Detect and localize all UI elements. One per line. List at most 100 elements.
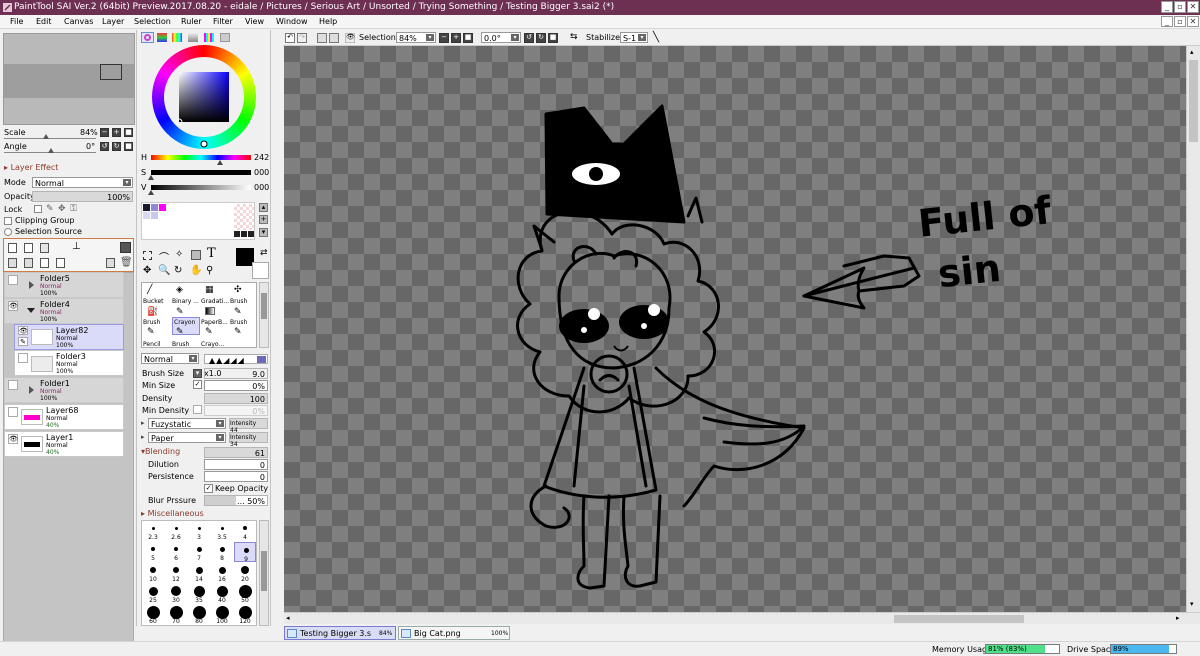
scratchpad-tab[interactable] <box>220 33 230 42</box>
menu-selection[interactable]: Selection <box>134 17 171 26</box>
layer-row-folder5[interactable]: Folder5 Normal 100% <box>4 272 124 298</box>
scroll-left-arrow-icon[interactable]: ◂ <box>286 614 290 622</box>
brush-size-cell[interactable]: 35 <box>188 584 210 604</box>
minimize-button[interactable]: _ <box>1161 1 1173 13</box>
color-wheel[interactable] <box>152 45 256 149</box>
brush-size-cell[interactable]: 25 <box>142 584 164 604</box>
menu-layer[interactable]: Layer <box>102 17 124 26</box>
rotate-cw-button[interactable]: ↻ <box>112 142 121 151</box>
document-tab-testing-bigger[interactable]: Testing Bigger 3.s... 84% <box>284 626 396 640</box>
brush-size-cell[interactable]: 12 <box>165 563 187 583</box>
layer-row-layer68[interactable]: Layer68 Normal 40% <box>4 404 124 430</box>
swap-colors-icon[interactable]: ⇄ <box>260 248 268 258</box>
brush-size-cell[interactable]: 4 <box>234 521 256 541</box>
visibility-eye-icon[interactable]: 👁 <box>18 326 28 335</box>
menu-canvas[interactable]: Canvas <box>64 17 93 26</box>
texture2-intensity-slider[interactable]: Intensity 34 <box>229 432 268 448</box>
scrollbar-thumb[interactable] <box>261 551 267 591</box>
brush-size-slider[interactable]: 9.0 <box>204 368 268 379</box>
layer-row-folder3[interactable]: Folder3 Normal 100% <box>14 350 124 376</box>
toolbar-zoom-fit-button[interactable]: ■ <box>463 33 473 43</box>
redo-button[interactable]: ↷ <box>297 33 307 43</box>
blending-slider[interactable]: 61 <box>204 447 268 458</box>
texture1-intensity-slider[interactable]: Intensity 44 <box>229 418 268 434</box>
straight-line-icon[interactable]: ╲ <box>653 32 659 43</box>
color-wheel-tab[interactable] <box>141 32 154 43</box>
toolbar-zoom-out-button[interactable]: − <box>439 33 449 43</box>
zoom-reset-button[interactable]: ■ <box>124 128 133 137</box>
mixer-tab[interactable] <box>204 33 214 42</box>
swatch[interactable] <box>151 212 158 219</box>
zoom-select[interactable]: 84% ▾ <box>396 32 436 43</box>
eyedropper-icon[interactable]: ⚲ <box>206 265 213 276</box>
density-slider[interactable]: 100 <box>204 393 268 404</box>
text-tool-icon[interactable]: T <box>207 246 216 261</box>
min-size-checkbox[interactable]: ✓ <box>193 380 202 389</box>
brush-size-cell[interactable]: 40 <box>211 584 233 604</box>
transparent-swatch[interactable] <box>234 204 254 230</box>
min-density-slider[interactable]: 0% <box>204 405 268 416</box>
brush-shape-selector[interactable]: ▲▲◢◢◢ <box>204 354 268 365</box>
doc-restore-button[interactable]: ▫ <box>1174 16 1186 27</box>
layer-effect-header[interactable]: ▸ Layer Effect <box>4 163 58 172</box>
hue-slider-handle[interactable] <box>217 160 223 165</box>
layer-row-layer1[interactable]: 👁 Layer1 Normal 40% <box>4 431 124 457</box>
rotate-reset-button[interactable]: ■ <box>124 142 133 151</box>
brush-size-cell[interactable]: 14 <box>188 563 210 583</box>
tool-pencil[interactable]: Pencil <box>143 341 172 348</box>
dilution-slider[interactable]: 0 <box>204 459 268 470</box>
angle-slider-handle[interactable] <box>48 148 54 153</box>
scroll-up-arrow-icon[interactable]: ▴ <box>1190 48 1194 56</box>
merge-visible-icon[interactable] <box>24 258 33 268</box>
swatch[interactable] <box>241 231 247 237</box>
invert-selection-button[interactable] <box>329 33 339 43</box>
scale-slider[interactable] <box>4 138 96 139</box>
doc-close-button[interactable]: ✕ <box>1187 16 1199 27</box>
layer-row-folder1[interactable]: Folder1 Normal 100% <box>4 377 124 403</box>
deselect-button[interactable] <box>317 33 327 43</box>
opacity-slider[interactable]: 100% <box>32 191 133 202</box>
swatch-add[interactable]: + <box>259 215 268 224</box>
swatch-area[interactable] <box>141 202 255 240</box>
rotate-ccw-button[interactable]: ↺ <box>100 142 109 151</box>
brush-size-cell[interactable]: 80 <box>188 605 210 625</box>
brush-size-cell[interactable]: 100 <box>211 605 233 625</box>
panel-splitter[interactable] <box>272 30 283 626</box>
menu-view[interactable]: View <box>245 17 264 26</box>
new-folder-icon[interactable] <box>40 243 49 253</box>
folder-expand-icon[interactable] <box>29 386 34 394</box>
miscellaneous-header[interactable]: ▸ Miscellaneous <box>141 509 204 518</box>
lock-all-icon[interactable]: ⚿ <box>70 204 77 214</box>
brush-size-cell[interactable]: 2.6 <box>165 521 187 541</box>
navigator-view-rect[interactable] <box>100 64 122 80</box>
layer-row-layer82[interactable]: 👁 ✎ Layer82 Normal 100% <box>14 324 124 350</box>
zoom-out-button[interactable]: − <box>100 128 109 137</box>
clear-layer-icon[interactable] <box>40 258 49 268</box>
rotate-tool-icon[interactable]: ↻ <box>174 265 182 276</box>
apply-mask-icon[interactable] <box>56 258 65 268</box>
lock-paint-icon[interactable]: ✎ <box>46 204 54 214</box>
brush-size-cell[interactable]: 3 <box>188 521 210 541</box>
swatch[interactable] <box>159 204 166 211</box>
keep-opacity-checkbox[interactable]: ✓ <box>204 484 213 493</box>
swatch[interactable] <box>143 212 150 219</box>
scroll-down-arrow-icon[interactable]: ▾ <box>1190 600 1194 608</box>
swatch-scroll-up[interactable]: ▴ <box>259 203 268 212</box>
tool-grid-scrollbar[interactable] <box>259 282 269 348</box>
swatch[interactable] <box>151 204 158 211</box>
blur-pressure-slider[interactable]: ... 50% <box>204 495 268 506</box>
zoom-in-button[interactable]: + <box>112 128 121 137</box>
visibility-eye-icon[interactable]: 👁 <box>8 434 18 444</box>
layer-menu-icon[interactable] <box>120 242 131 253</box>
tool-brush-2[interactable]: Brush <box>143 319 172 326</box>
visibility-eye-icon[interactable] <box>18 353 28 363</box>
rotation-select[interactable]: 0.0° ▾ <box>481 32 521 43</box>
brush-size-cell[interactable]: 6 <box>165 542 187 562</box>
selection-source-checkbox[interactable] <box>4 228 12 236</box>
brush-size-cell[interactable]: 20 <box>234 563 256 583</box>
tool-brush-3[interactable]: Brush <box>230 319 257 326</box>
select-pen-icon[interactable] <box>191 250 201 260</box>
persistence-slider[interactable]: 0 <box>204 471 268 482</box>
brush-size-cell[interactable]: 60 <box>142 605 164 625</box>
new-layer-icon[interactable] <box>8 243 17 253</box>
